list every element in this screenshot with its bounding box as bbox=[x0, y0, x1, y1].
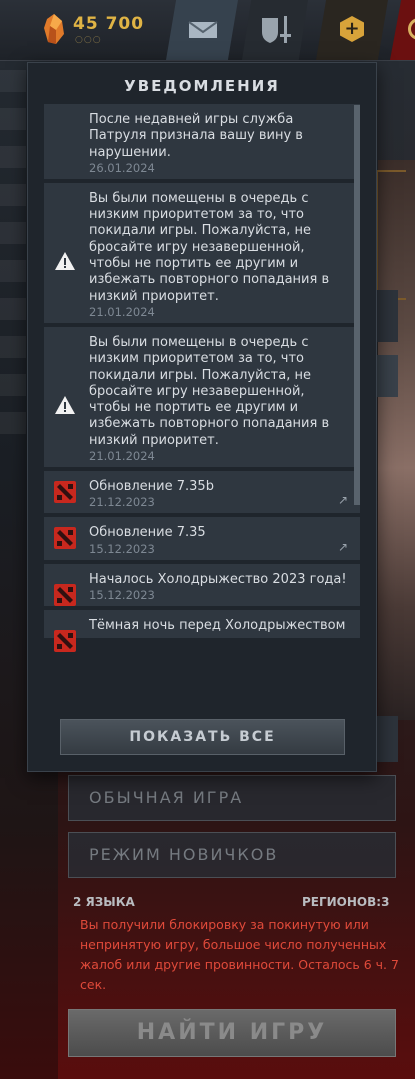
dota-icon bbox=[54, 527, 76, 550]
background-stub bbox=[376, 290, 398, 342]
notification-date: 21.12.2023 bbox=[89, 495, 155, 510]
guild-icon bbox=[262, 16, 291, 43]
notification-text: После недавней игры служба Патруля призн… bbox=[89, 112, 303, 160]
background-stub bbox=[376, 716, 398, 762]
notification-text: Обновление 7.35 bbox=[89, 525, 206, 541]
notification-item[interactable]: Обновление 7.35b 21.12.2023 ↗ bbox=[44, 471, 360, 514]
dota-plus-button[interactable]: + bbox=[316, 0, 388, 60]
profile-button[interactable] bbox=[390, 0, 415, 60]
warning-icon bbox=[55, 251, 75, 270]
plus-icon: + bbox=[340, 16, 364, 42]
languages-label[interactable]: 2 ЯЗЫКА bbox=[73, 895, 135, 909]
notification-item[interactable]: Вы были помещены в очередь с низким прио… bbox=[44, 326, 360, 468]
warning-icon bbox=[55, 395, 75, 414]
notification-text: Тёмная ночь перед Холодрыжеством bbox=[89, 617, 346, 633]
shard-icon[interactable] bbox=[44, 14, 64, 44]
notification-date: 15.12.2023 bbox=[89, 541, 155, 556]
notification-item[interactable]: Тёмная ночь перед Холодрыжеством bbox=[44, 609, 360, 652]
notifications-panel: УВЕДОМЛЕНИЯ После недавней игры служба П… bbox=[27, 62, 377, 772]
notification-date: 26.01.2024 bbox=[89, 160, 155, 175]
profile-ring-icon bbox=[408, 18, 415, 40]
notifications-list[interactable]: После недавней игры служба Патруля призн… bbox=[44, 104, 374, 747]
notification-text: Началось Холодрыжество 2023 года! bbox=[89, 571, 347, 587]
background-frame bbox=[376, 170, 406, 300]
notification-item[interactable]: Началось Холодрыжество 2023 года! 15.12.… bbox=[44, 563, 360, 606]
notification-item[interactable]: Вы были помещены в очередь с низким прио… bbox=[44, 182, 360, 323]
find-game-button[interactable]: НАЙТИ ИГРУ bbox=[68, 1009, 396, 1057]
notifications-button[interactable] bbox=[166, 0, 238, 60]
external-link-icon[interactable]: ↗ bbox=[338, 540, 348, 554]
background-stub bbox=[376, 355, 398, 397]
notification-date: 15.12.2023 bbox=[89, 587, 155, 602]
notification-item[interactable]: Обновление 7.35 15.12.2023 ↗ bbox=[44, 517, 360, 560]
dota-icon bbox=[54, 583, 76, 606]
mail-icon bbox=[188, 21, 218, 38]
dota-icon bbox=[54, 629, 76, 652]
external-link-icon[interactable]: ↗ bbox=[338, 493, 348, 507]
normal-game-button[interactable]: ОБЫЧНАЯ ИГРА bbox=[68, 775, 396, 821]
regions-label[interactable]: РЕГИОНОВ:3 bbox=[302, 895, 389, 909]
notification-text: Обновление 7.35b bbox=[89, 479, 214, 495]
novice-mode-button[interactable]: РЕЖИМ НОВИЧКОВ bbox=[68, 832, 396, 878]
guild-button[interactable] bbox=[242, 0, 308, 60]
shards-dots: ○○○ bbox=[75, 35, 102, 45]
notification-date bbox=[89, 634, 360, 638]
notification-date: 21.01.2024 bbox=[89, 449, 155, 464]
scrollbar[interactable] bbox=[354, 105, 360, 505]
panel-title: УВЕДОМЛЕНИЯ bbox=[124, 77, 280, 95]
notification-date: 21.01.2024 bbox=[89, 304, 155, 319]
background-left-menu bbox=[0, 70, 26, 570]
notification-text: Вы были помещены в очередь с низким прио… bbox=[89, 334, 330, 448]
show-all-button[interactable]: ПОКАЗАТЬ ВСЕ bbox=[60, 719, 345, 755]
shards-balance: 45 700 bbox=[73, 14, 145, 34]
dota-icon bbox=[54, 481, 76, 504]
top-bar: 45 700 ○○○ + bbox=[0, 0, 415, 61]
notification-item[interactable]: После недавней игры служба Патруля призн… bbox=[44, 104, 360, 179]
notification-text: Вы были помещены в очередь с низким прио… bbox=[89, 190, 330, 304]
ban-warning-text: Вы получили блокировку за покинутую или … bbox=[80, 917, 399, 992]
